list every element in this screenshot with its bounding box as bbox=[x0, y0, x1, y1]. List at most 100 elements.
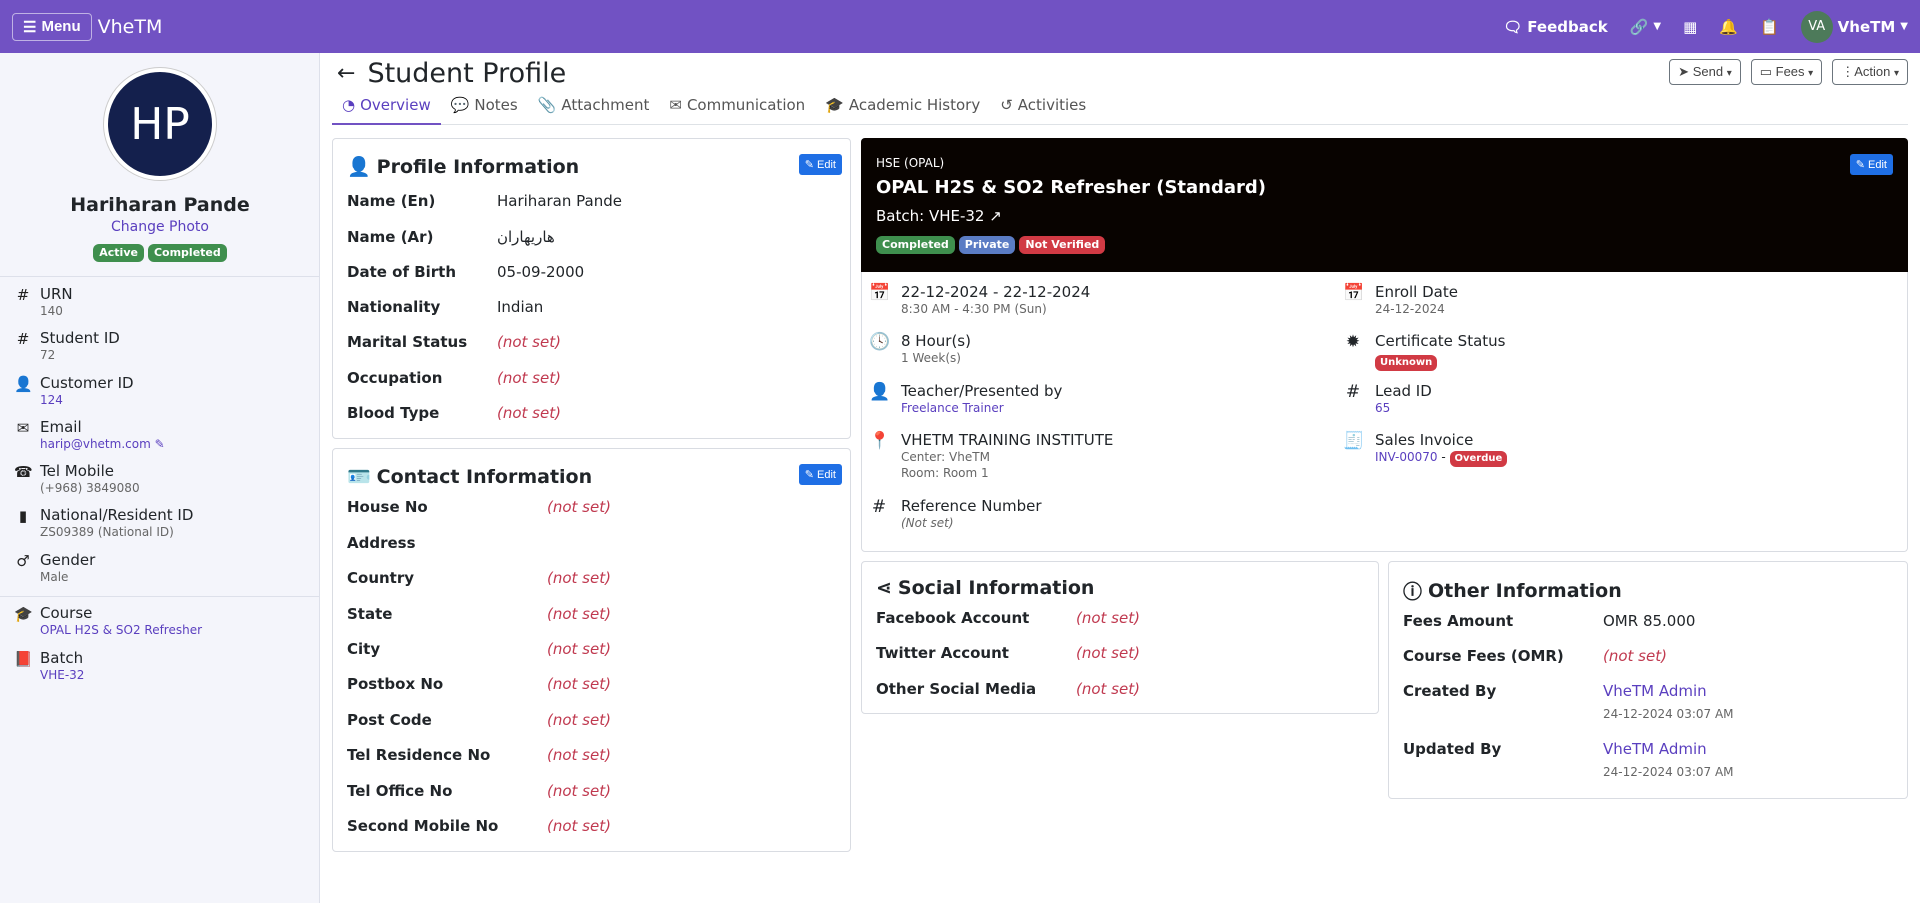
profile-tabs: ◔ Overview 💬 Notes 📎 Attachment ✉ Communicat… bbox=[332, 94, 1908, 125]
course-batch[interactable]: Batch: VHE-32 ↗ bbox=[876, 207, 1002, 225]
apps-grid-button[interactable]: ▦ bbox=[1683, 18, 1697, 36]
invoice-status-badge: Overdue bbox=[1449, 451, 1508, 467]
certificate-status-badge: Unknown bbox=[1375, 355, 1438, 371]
contact-row: Second Mobile No (not set) bbox=[347, 817, 611, 835]
invoice-icon: 🧾 bbox=[1343, 431, 1365, 451]
field-gender: ♂ Gender Male bbox=[14, 551, 95, 584]
user-icon: 👤 bbox=[14, 375, 33, 393]
edit-contact-button[interactable]: ✎ Edit bbox=[798, 464, 842, 485]
field-email: ✉ Email harip@vhetm.com ✎ bbox=[14, 418, 165, 451]
male-icon: ♂ bbox=[16, 552, 30, 570]
book-icon: 📕 bbox=[14, 650, 33, 668]
profile-row: Occupation (not set) bbox=[347, 369, 561, 387]
contact-row: Country (not set) bbox=[347, 569, 611, 587]
tab-academic-history[interactable]: 🎓 Academic History bbox=[815, 94, 990, 125]
address-card-icon: 🪪 bbox=[347, 466, 371, 488]
tab-overview[interactable]: ◔ Overview bbox=[332, 94, 441, 125]
tab-attachment[interactable]: 📎 Attachment bbox=[528, 94, 660, 125]
course-title: OPAL H2S & SO2 Refresher (Standard) bbox=[876, 177, 1266, 198]
phone-icon: ☎ bbox=[14, 463, 33, 481]
profile-information-card: 👤 Profile Information ✎ Edit Name (En) Har… bbox=[332, 138, 851, 439]
edit-icon: ✎ bbox=[804, 159, 814, 171]
contact-row: Tel Office No (not set) bbox=[347, 782, 611, 800]
user-menu[interactable]: VA VheTM ▼ bbox=[1800, 10, 1908, 43]
contact-row: State (not set) bbox=[347, 605, 611, 623]
external-link-icon[interactable]: ↗ bbox=[989, 207, 1002, 225]
back-arrow-icon[interactable]: ← bbox=[337, 61, 355, 86]
tab-activities[interactable]: ↺ Activities bbox=[990, 94, 1096, 125]
field-student-id: # Student ID 72 bbox=[14, 329, 120, 362]
brand-name[interactable]: VheTM bbox=[98, 16, 163, 38]
notifications-button[interactable]: 🔔 bbox=[1719, 18, 1738, 36]
teacher-link[interactable]: Freelance Trainer bbox=[901, 400, 1062, 416]
course-teacher: 👤 Teacher/Presented by Freelance Trainer bbox=[869, 382, 1063, 416]
chat-bubble-icon: 🗨 bbox=[1503, 17, 1523, 36]
student-avatar: HP bbox=[104, 68, 216, 180]
edit-profile-button[interactable]: ✎ Edit bbox=[798, 154, 842, 175]
lead-id-link[interactable]: 65 bbox=[1375, 400, 1432, 416]
social-information-card: ⋖ Social Information Facebook Account (not… bbox=[861, 561, 1379, 714]
certificate-icon: ✹ bbox=[1345, 332, 1361, 352]
share-icon: ⋖ bbox=[876, 577, 892, 599]
batch-link[interactable]: VHE-32 bbox=[40, 668, 84, 682]
envelope-open-icon: ✉ bbox=[669, 96, 682, 114]
social-row: Facebook Account (not set) bbox=[876, 609, 1140, 627]
caret-down-icon: ▼ bbox=[1900, 21, 1908, 32]
card-title: Social Information bbox=[897, 577, 1095, 599]
field-batch: 📕 Batch VHE-32 bbox=[14, 649, 85, 682]
contact-row: Post Code (not set) bbox=[347, 711, 611, 729]
calendar-icon: 📅 bbox=[1343, 283, 1365, 303]
user-icon: 👤 bbox=[347, 156, 371, 178]
edit-icon: ✎ bbox=[1855, 159, 1865, 171]
student-sidebar: HP Hariharan Pande Change Photo Active C… bbox=[0, 53, 320, 903]
badge-not-verified: Not Verified bbox=[1019, 236, 1106, 254]
contact-row: City (not set) bbox=[347, 640, 611, 658]
enroll-date: 📅 Enroll Date 24-12-2024 bbox=[1343, 283, 1458, 316]
certificate-status: ✹ Certificate Status Unknown bbox=[1343, 332, 1505, 371]
calendar-icon: 📅 bbox=[869, 283, 891, 303]
tab-notes[interactable]: 💬 Notes bbox=[441, 94, 528, 125]
status-badge-active: Active bbox=[93, 244, 144, 262]
field-customer-id: 👤 Customer ID 124 bbox=[14, 374, 134, 407]
edit-course-button[interactable]: ✎ Edit bbox=[1849, 154, 1893, 175]
sales-invoice: 🧾 Sales Invoice INV-00070 - Overdue bbox=[1343, 431, 1508, 467]
email-link[interactable]: harip@vhetm.com bbox=[40, 437, 151, 451]
clock-icon: 🕓 bbox=[869, 332, 891, 352]
student-name: Hariharan Pande bbox=[70, 194, 250, 216]
menu-button[interactable]: ☰ Menu bbox=[12, 12, 92, 41]
other-row-course-fees: Course Fees (OMR) (not set) bbox=[1403, 647, 1667, 665]
card-title: Profile Information bbox=[376, 155, 580, 178]
course-link[interactable]: OPAL H2S & SO2 Refresher bbox=[40, 623, 202, 637]
money-icon: ▭ bbox=[1759, 64, 1773, 79]
course-header: HSE (OPAL) OPAL H2S & SO2 Refresher (Sta… bbox=[861, 138, 1908, 272]
hash-icon: # bbox=[871, 497, 887, 517]
field-course: 🎓 Course OPAL H2S & SO2 Refresher bbox=[14, 604, 203, 637]
created-by-link[interactable]: VheTM Admin bbox=[1603, 682, 1707, 700]
action-button[interactable]: ⋮Action ▾ bbox=[1832, 59, 1908, 85]
lead-id: # Lead ID 65 bbox=[1343, 382, 1432, 416]
hamburger-icon: ☰ bbox=[23, 18, 37, 36]
edit-email-icon[interactable]: ✎ bbox=[155, 437, 165, 451]
contact-information-card: 🪪 Contact Information ✎ Edit House No (not… bbox=[332, 448, 851, 852]
course-category: HSE (OPAL) bbox=[876, 156, 945, 170]
profile-row: Name (Ar) هاريهاران bbox=[347, 228, 555, 246]
links-dropdown[interactable]: 🔗 ▼ bbox=[1630, 18, 1661, 36]
other-row-created: Created By VheTM Admin 24-12-2024 03:07 AM bbox=[1403, 682, 1734, 721]
send-button[interactable]: ➤ Send ▾ bbox=[1669, 59, 1741, 85]
map-pin-icon: 📍 bbox=[869, 431, 891, 451]
change-photo-link[interactable]: Change Photo bbox=[111, 219, 209, 235]
fees-button[interactable]: ▭ Fees ▾ bbox=[1750, 59, 1823, 85]
badge-private: Private bbox=[958, 236, 1016, 254]
tab-communication[interactable]: ✉ Communication bbox=[659, 94, 815, 125]
feedback-link[interactable]: 🗨 Feedback bbox=[1503, 18, 1608, 36]
comments-icon: 💬 bbox=[450, 96, 470, 114]
edit-icon: ✎ bbox=[804, 469, 814, 481]
updated-by-link[interactable]: VheTM Admin bbox=[1603, 740, 1707, 758]
tasks-button[interactable]: 📋 bbox=[1760, 18, 1779, 36]
invoice-link[interactable]: INV-00070 bbox=[1375, 450, 1438, 464]
badge-completed: Completed bbox=[876, 236, 955, 254]
customer-id-link[interactable]: 124 bbox=[40, 393, 134, 407]
id-card-icon: ▮ bbox=[18, 507, 28, 525]
course-duration: 🕓 8 Hour(s) 1 Week(s) bbox=[869, 332, 971, 365]
page-title: Student Profile bbox=[367, 58, 567, 89]
